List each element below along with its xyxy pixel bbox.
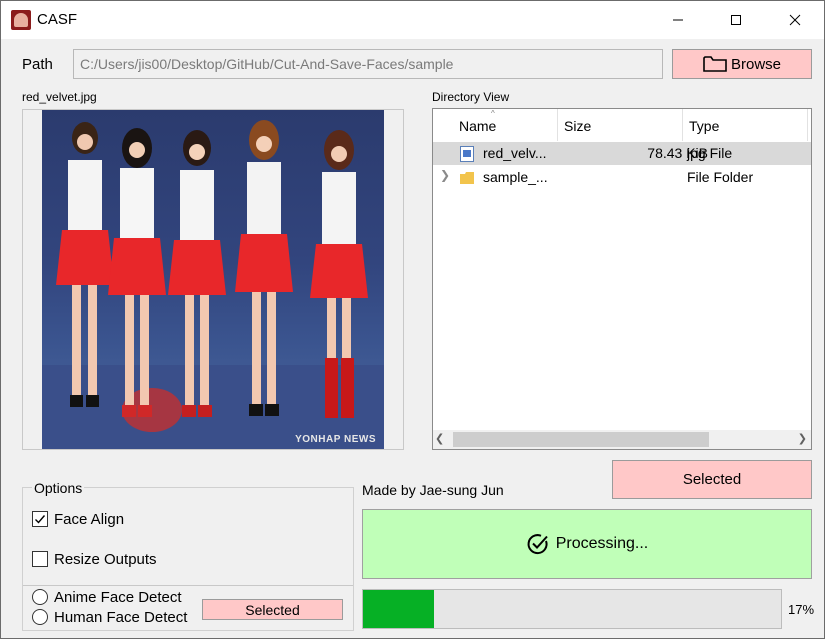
progress-fill xyxy=(363,590,435,628)
maximize-button[interactable] xyxy=(707,1,765,39)
directory-header: ^ Name Size Type xyxy=(433,109,811,141)
file-name: red_velv... xyxy=(483,145,547,161)
progress-bar xyxy=(362,589,782,629)
minimize-icon xyxy=(673,19,683,21)
scroll-left-icon[interactable]: ❮ xyxy=(435,432,444,445)
preview-photo: YONHAP NEWS xyxy=(42,110,384,449)
minimize-button[interactable] xyxy=(649,1,707,39)
column-header-type[interactable]: Type xyxy=(683,109,808,141)
app-icon xyxy=(11,10,31,30)
image-caption: red_velvet.jpg xyxy=(22,90,97,104)
title-bar[interactable]: CASF xyxy=(1,1,824,39)
close-icon xyxy=(789,14,801,26)
scrollbar-thumb[interactable] xyxy=(453,432,709,447)
expand-chevron-icon[interactable]: ❯ xyxy=(440,168,450,182)
folder-icon xyxy=(460,172,474,184)
selected-button[interactable]: Selected xyxy=(612,460,812,499)
column-header-size[interactable]: Size xyxy=(558,109,683,141)
author-credit: Made by Jae-sung Jun xyxy=(362,482,504,498)
file-name: sample_... xyxy=(483,169,548,185)
file-type: jpg File xyxy=(687,145,733,161)
progress-percent: 17% xyxy=(788,602,815,617)
column-header-name[interactable]: ^ Name xyxy=(433,109,558,141)
image-file-icon xyxy=(460,146,474,162)
path-label: Path xyxy=(22,56,53,73)
horizontal-scrollbar[interactable]: ❮ ❯ xyxy=(433,430,811,449)
options-divider xyxy=(23,585,353,586)
scroll-right-icon[interactable]: ❯ xyxy=(798,432,807,445)
resize-outputs-checkbox[interactable] xyxy=(32,551,48,567)
browse-button-label: Browse xyxy=(730,55,782,73)
window-title: CASF xyxy=(37,11,78,28)
group-photo-illustration xyxy=(42,120,384,449)
folder-icon xyxy=(703,56,727,72)
check-mark-icon xyxy=(35,515,46,524)
list-item[interactable]: red_velv... 78.43 KiB jpg File xyxy=(433,142,811,165)
process-button[interactable]: Processing... xyxy=(362,509,812,579)
close-button[interactable] xyxy=(766,1,824,39)
anime-face-detect-radio[interactable] xyxy=(32,589,48,605)
face-align-checkbox[interactable] xyxy=(32,511,48,527)
photo-watermark: YONHAP NEWS xyxy=(295,434,376,445)
list-item[interactable]: ❯ sample_... File Folder xyxy=(433,166,811,189)
resize-outputs-label: Resize Outputs xyxy=(54,551,157,568)
human-face-detect-radio[interactable] xyxy=(32,609,48,625)
check-circle-icon xyxy=(527,534,548,555)
file-type: File Folder xyxy=(687,169,754,185)
app-window: CASF Path Browse red_velvet.jpg xyxy=(0,0,825,639)
sort-up-icon: ^ xyxy=(491,109,495,118)
path-input[interactable] xyxy=(73,49,663,79)
directory-view[interactable]: ^ Name Size Type red_velv... 78.43 KiB j… xyxy=(432,108,812,450)
directory-caption: Directory View xyxy=(432,90,510,104)
detect-selected-button[interactable]: Selected xyxy=(202,599,343,620)
process-button-label: Processing... xyxy=(555,535,649,552)
image-preview: YONHAP NEWS xyxy=(22,109,404,450)
anime-face-detect-label: Anime Face Detect xyxy=(54,589,182,606)
options-title: Options xyxy=(32,480,85,496)
browse-button[interactable]: Browse xyxy=(672,49,812,79)
face-align-label: Face Align xyxy=(54,511,125,528)
maximize-icon xyxy=(731,15,741,25)
human-face-detect-label: Human Face Detect xyxy=(54,609,188,626)
